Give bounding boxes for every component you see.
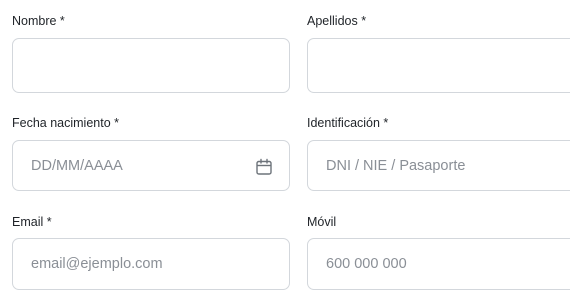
identificacion-input[interactable] xyxy=(307,140,570,191)
personal-data-form: Nombre * Apellidos * Fecha nacimiento * … xyxy=(12,0,570,293)
email-input[interactable] xyxy=(12,238,290,290)
nombre-label: Nombre * xyxy=(12,14,65,28)
apellidos-label: Apellidos * xyxy=(307,14,367,28)
email-label: Email * xyxy=(12,215,52,229)
apellidos-input[interactable] xyxy=(307,38,570,93)
calendar-icon[interactable] xyxy=(255,158,273,176)
movil-input[interactable] xyxy=(307,238,570,290)
fecha-nacimiento-input[interactable] xyxy=(12,140,290,191)
fecha-nacimiento-label: Fecha nacimiento * xyxy=(12,116,120,130)
identificacion-label: Identificación * xyxy=(307,116,389,130)
nombre-input[interactable] xyxy=(12,38,290,93)
movil-label: Móvil xyxy=(307,215,337,229)
